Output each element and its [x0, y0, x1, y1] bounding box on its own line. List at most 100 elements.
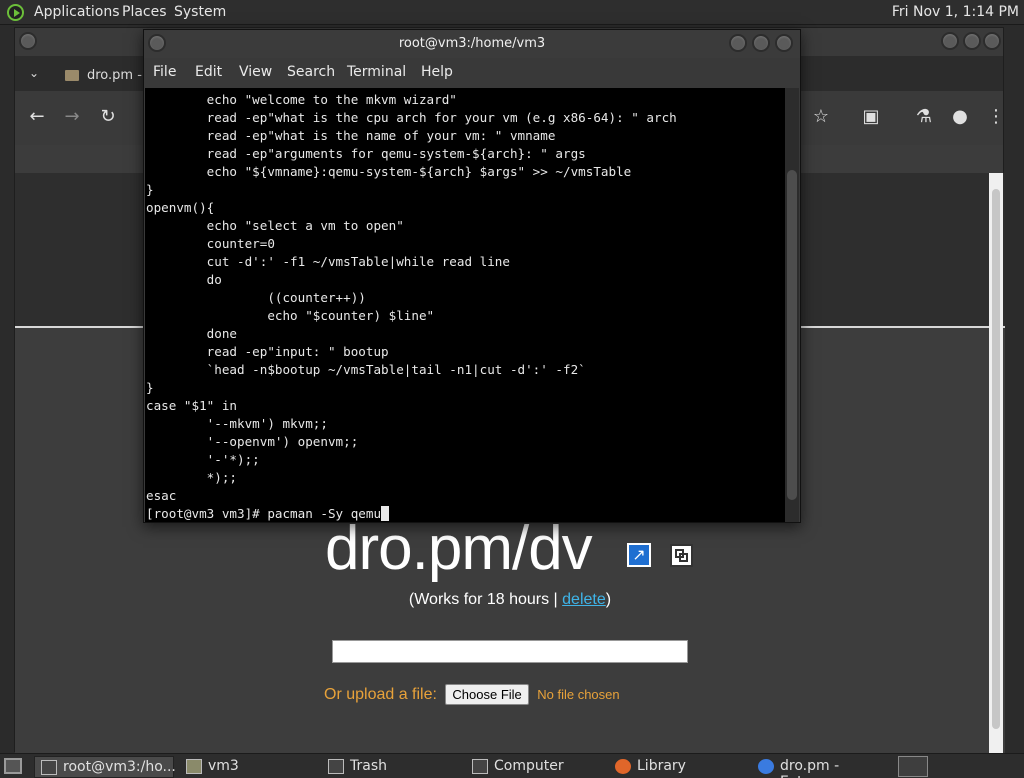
text-cursor — [381, 506, 390, 521]
minimize-button[interactable] — [941, 32, 959, 50]
terminal-line: cut -d':' -f1 ~/vmsTable|while read line — [146, 254, 510, 269]
taskbar-item-folder[interactable]: vm3 — [180, 756, 310, 778]
taskbar-item-label: root@vm3:/ho... — [63, 759, 176, 775]
taskbar-item-label: Trash — [350, 758, 387, 774]
taskbar-item-terminal[interactable]: root@vm3:/ho... — [34, 756, 176, 778]
open-link-icon[interactable]: ↗ — [627, 543, 651, 567]
taskbar-item-label: Computer — [494, 758, 564, 774]
taskbar-item-label: vm3 — [208, 758, 239, 774]
page-scroll-thumb[interactable] — [992, 189, 1000, 729]
terminal-menu-help[interactable]: Help — [421, 64, 453, 80]
close-button[interactable] — [983, 32, 1001, 50]
terminal-line: read -ep"what is the cpu arch for your v… — [146, 110, 677, 125]
desktop: Applications Places System Fri Nov 1, 1:… — [0, 0, 1024, 778]
terminal-scroll-thumb[interactable] — [787, 170, 797, 500]
terminal-line: } — [146, 182, 154, 197]
short-link-text[interactable]: dro.pm/dv — [325, 513, 593, 584]
tab-title: dro.pm - I — [87, 68, 150, 83]
maximize-button[interactable] — [963, 32, 981, 50]
menu-applications[interactable]: Applications — [34, 4, 120, 20]
chrome-icon — [758, 759, 774, 774]
terminal-line: ((counter++)) — [146, 290, 366, 305]
terminal-minimize-button[interactable] — [729, 34, 747, 52]
delete-link[interactable]: delete — [562, 591, 606, 608]
terminal-line: read -ep"what is the name of your vm: " … — [146, 128, 556, 143]
taskbar-item-label: Library — [637, 758, 686, 774]
bookmark-star-icon[interactable]: ☆ — [809, 105, 833, 129]
terminal-prompt-line[interactable]: [root@vm3 vm3]# pacman -Sy qemu — [146, 505, 786, 522]
show-desktop-icon[interactable] — [4, 758, 22, 774]
terminal-line: read -ep"arguments for qemu-system-${arc… — [146, 146, 586, 161]
terminal-line: echo "$counter) $line" — [146, 308, 435, 323]
distro-logo-icon[interactable] — [7, 4, 24, 21]
terminal-menu-terminal[interactable]: Terminal — [347, 64, 406, 80]
terminal-line: '--mkvm') mkvm;; — [146, 416, 328, 431]
reload-icon[interactable]: ↻ — [96, 105, 120, 129]
terminal-maximize-button[interactable] — [752, 34, 770, 52]
terminal-icon — [41, 760, 57, 775]
terminal-title: root@vm3:/home/vm3 — [398, 36, 546, 51]
terminal-scrollbar[interactable] — [785, 88, 799, 522]
taskbar-item-label: dro.pm - Extre... — [780, 758, 840, 778]
taskbar-item-chrome[interactable]: dro.pm - Extre... — [752, 756, 892, 778]
terminal-line: '--openvm') openvm;; — [146, 434, 359, 449]
folder-icon — [186, 759, 202, 774]
terminal-line: `head -n$bootup ~/vmsTable|tail -n1|cut … — [146, 362, 586, 377]
trash-icon — [328, 759, 344, 774]
terminal-close-button[interactable] — [775, 34, 793, 52]
top-panel: Applications Places System Fri Nov 1, 1:… — [0, 0, 1024, 25]
terminal-line: done — [146, 326, 237, 341]
terminal-menu-file[interactable]: File — [153, 64, 176, 80]
terminal-line: echo "welcome to the mkvm wizard" — [146, 92, 457, 107]
terminal-output[interactable]: echo "welcome to the mkvm wizard" read -… — [145, 88, 786, 522]
clock[interactable]: Fri Nov 1, 1:14 PM — [892, 4, 1019, 20]
terminal-line: '-'*);; — [146, 452, 260, 467]
computer-icon — [472, 759, 488, 774]
back-icon[interactable]: ← — [25, 105, 49, 129]
expiry-notice: (Works for 18 hours | delete) — [15, 591, 1005, 609]
upload-label: Or upload a file: — [324, 686, 437, 703]
terminal-line: read -ep"input: " bootup — [146, 344, 389, 359]
taskbar-item-trash[interactable]: Trash — [322, 756, 452, 778]
terminal-lines: echo "welcome to the mkvm wizard" read -… — [146, 91, 786, 505]
profile-icon[interactable]: ● — [948, 105, 972, 129]
expiry-close: ) — [605, 591, 612, 608]
qr-code-icon[interactable] — [670, 544, 693, 567]
terminal-line: counter=0 — [146, 236, 275, 251]
workspace-switcher-icon[interactable] — [898, 756, 928, 777]
firefox-icon — [615, 759, 631, 774]
terminal-prompt: [root@vm3 vm3]# pacman -Sy qemu — [146, 506, 382, 521]
terminal-window-menu-button[interactable] — [148, 34, 166, 52]
terminal-line: do — [146, 272, 222, 287]
menu-system[interactable]: System — [174, 4, 226, 20]
paste-text-field[interactable] — [332, 640, 688, 663]
labs-flask-icon[interactable]: ⚗ — [912, 105, 936, 129]
forward-icon[interactable]: → — [60, 105, 84, 129]
terminal-menu-view[interactable]: View — [239, 64, 272, 80]
terminal-line: } — [146, 380, 154, 395]
menu-places[interactable]: Places — [122, 4, 167, 20]
choose-file-button[interactable]: Choose File — [445, 684, 529, 705]
upload-row: Or upload a file: Choose File No file ch… — [324, 684, 620, 705]
window-menu-button[interactable] — [19, 32, 37, 50]
chevron-down-icon[interactable]: ⌄ — [29, 66, 39, 80]
expiry-text: (Works for 18 hours | — [408, 591, 563, 608]
terminal-line: echo "${vmname}:qemu-system-${arch} $arg… — [146, 164, 632, 179]
taskbar: root@vm3:/ho... vm3 Trash Computer Libra… — [0, 753, 1024, 778]
taskbar-item-library[interactable]: Library — [609, 756, 739, 778]
terminal-menu-edit[interactable]: Edit — [195, 64, 222, 80]
taskbar-item-computer[interactable]: Computer — [466, 756, 596, 778]
extensions-icon[interactable]: ▣ — [859, 105, 883, 129]
terminal-menu-search[interactable]: Search — [287, 64, 335, 80]
terminal-line: echo "select a vm to open" — [146, 218, 404, 233]
tab-favicon-icon — [65, 70, 79, 81]
terminal-line: case "$1" in — [146, 398, 237, 413]
terminal-line: *);; — [146, 470, 237, 485]
page-scrollbar[interactable] — [989, 173, 1003, 753]
terminal-titlebar[interactable]: root@vm3:/home/vm3 — [144, 30, 800, 58]
terminal-window: root@vm3:/home/vm3 File Edit View Search… — [143, 29, 801, 523]
terminal-line: esac — [146, 488, 177, 503]
more-menu-icon[interactable]: ⋮ — [984, 105, 1008, 129]
terminal-line: openvm(){ — [146, 200, 215, 215]
terminal-menubar: File Edit View Search Terminal Help — [144, 58, 800, 88]
